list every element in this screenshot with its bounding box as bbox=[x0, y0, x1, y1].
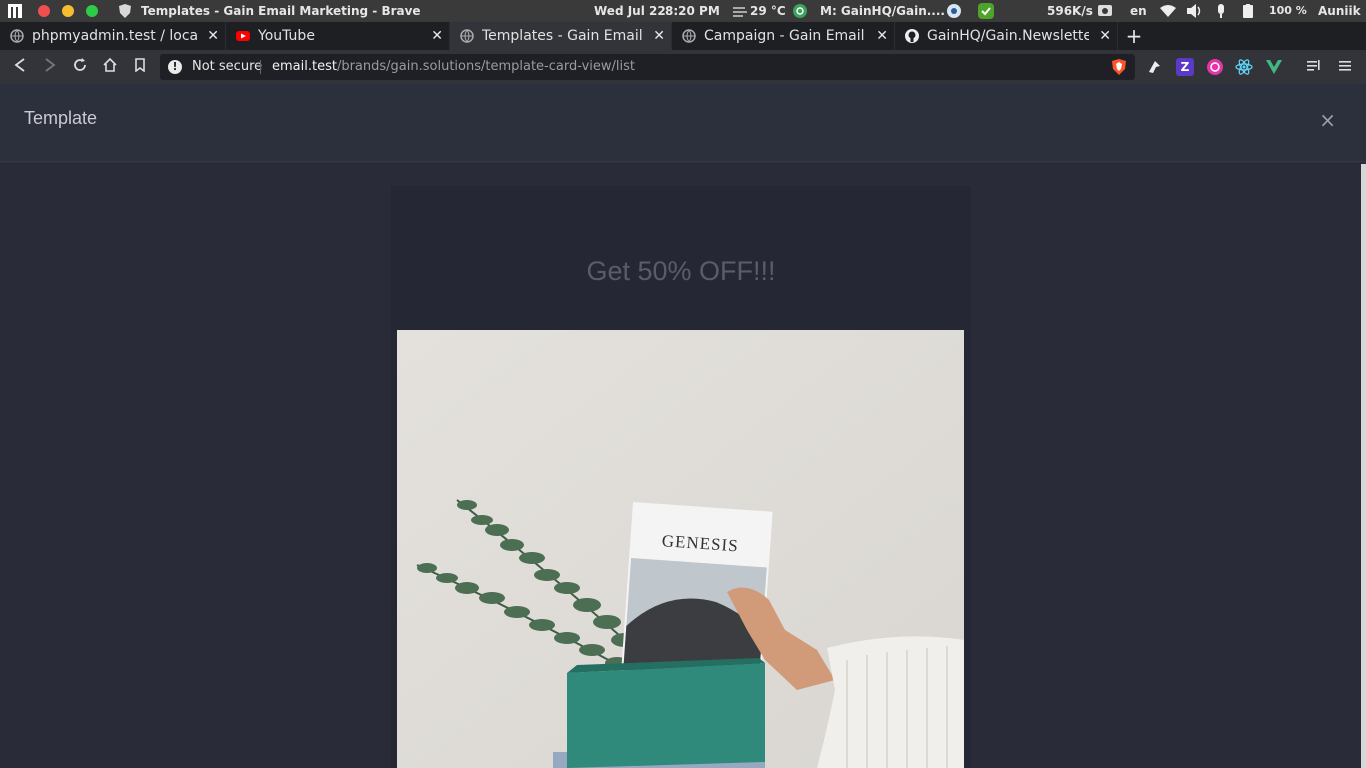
check-icon bbox=[978, 0, 994, 22]
forward-button[interactable] bbox=[40, 57, 60, 77]
tab-campaign[interactable]: Campaign - Gain Email Marketing ✕ bbox=[672, 22, 895, 50]
window-maximize-button[interactable] bbox=[86, 5, 98, 17]
tab-label: YouTube bbox=[258, 28, 315, 44]
close-icon[interactable]: ✕ bbox=[876, 22, 888, 50]
os-time[interactable]: 8:20 PM bbox=[665, 0, 720, 22]
tab-label: Campaign - Gain Email Marketing bbox=[704, 28, 866, 44]
address-bar[interactable]: ! Not secure email.test/brands/gain.solu… bbox=[160, 54, 1135, 80]
battery-icon[interactable] bbox=[1243, 0, 1253, 22]
youtube-icon bbox=[236, 31, 250, 41]
modal-close-button[interactable]: × bbox=[1319, 108, 1336, 132]
security-indicator[interactable]: Not secure bbox=[192, 54, 262, 80]
tab-github[interactable]: GainHQ/Gain.Newsletter ✕ bbox=[895, 22, 1118, 50]
bookmark-icon bbox=[135, 58, 145, 73]
home-icon bbox=[103, 57, 117, 72]
back-icon bbox=[14, 58, 25, 72]
react-devtools-icon[interactable] bbox=[1235, 58, 1253, 76]
reload-icon bbox=[74, 58, 86, 71]
tab-strip: phpmyadmin.test / localhost ✕ YouTube ✕ … bbox=[0, 22, 1366, 50]
screenshot-icon[interactable] bbox=[1098, 0, 1112, 22]
menu-icon[interactable] bbox=[1336, 58, 1354, 76]
template-modal: Template × Get 50% OFF!!! GENESIS bbox=[0, 84, 1366, 768]
os-top-bar: Templates - Gain Email Marketing - Brave… bbox=[0, 0, 1366, 22]
graphql-icon[interactable] bbox=[1206, 58, 1224, 76]
browser-toolbar: ! Not secure email.test/brands/gain.solu… bbox=[0, 50, 1366, 84]
media-control-icon[interactable] bbox=[1305, 58, 1323, 76]
battery-level: 100 % bbox=[1269, 4, 1307, 17]
modal-title: Template bbox=[24, 108, 98, 128]
new-tab-button[interactable]: + bbox=[1124, 22, 1144, 50]
tab-phpmyadmin[interactable]: phpmyadmin.test / localhost ✕ bbox=[0, 22, 226, 50]
tab-label: phpmyadmin.test / localhost bbox=[32, 28, 197, 44]
home-button[interactable] bbox=[100, 57, 120, 77]
close-icon[interactable]: ✕ bbox=[1099, 22, 1111, 50]
template-preview: Get 50% OFF!!! GENESIS bbox=[391, 186, 971, 768]
globe-icon bbox=[682, 29, 696, 43]
window-title: Templates - Gain Email Marketing - Brave bbox=[141, 4, 421, 18]
brave-icon bbox=[118, 0, 132, 22]
url-path: /brands/gain.solutions/template-card-vie… bbox=[336, 59, 635, 74]
temperature: 29 °C bbox=[750, 4, 786, 18]
modal-scrollbar[interactable] bbox=[1361, 164, 1366, 768]
tab-label: GainHQ/Gain.Newsletter bbox=[927, 28, 1089, 44]
bookmark-button[interactable] bbox=[130, 57, 150, 77]
language[interactable]: en bbox=[1130, 0, 1147, 22]
github-icon bbox=[905, 29, 919, 43]
wifi-icon[interactable] bbox=[1160, 0, 1176, 22]
close-icon[interactable]: ✕ bbox=[431, 22, 443, 50]
template-image: GENESIS bbox=[397, 330, 964, 768]
window-close-button[interactable] bbox=[38, 5, 50, 17]
microphone-icon[interactable] bbox=[1216, 0, 1226, 22]
window-minimize-button[interactable] bbox=[62, 5, 74, 17]
globe-icon bbox=[460, 29, 474, 43]
brave-shields-icon[interactable] bbox=[1111, 59, 1127, 75]
vue-devtools-icon[interactable] bbox=[1265, 58, 1283, 76]
address-separator bbox=[260, 60, 261, 74]
tab-youtube[interactable]: YouTube ✕ bbox=[226, 22, 450, 50]
forward-icon bbox=[45, 58, 56, 72]
info-icon[interactable]: ! bbox=[168, 60, 182, 74]
mail-notification[interactable]: M: GainHQ/Gain.... bbox=[820, 0, 945, 22]
close-icon[interactable]: ✕ bbox=[653, 22, 665, 50]
sync-icon bbox=[792, 0, 808, 22]
back-button[interactable] bbox=[10, 57, 30, 77]
tab-templates[interactable]: Templates - Gain Email Marketing ✕ bbox=[450, 22, 672, 50]
close-icon[interactable]: ✕ bbox=[207, 22, 219, 50]
user-name[interactable]: Auniik bbox=[1318, 0, 1361, 22]
url-text[interactable]: email.test/brands/gain.solutions/templat… bbox=[272, 54, 635, 80]
globe-icon bbox=[10, 29, 24, 43]
app-menu-icon[interactable] bbox=[8, 0, 22, 22]
modal-header: Template × bbox=[0, 84, 1366, 162]
weather-icon bbox=[733, 0, 747, 22]
reload-button[interactable] bbox=[70, 57, 90, 77]
volume-icon[interactable] bbox=[1187, 0, 1203, 22]
url-host: email.test bbox=[272, 59, 337, 74]
scrollbar-thumb[interactable] bbox=[1361, 164, 1366, 768]
extension-icon[interactable] bbox=[1146, 58, 1164, 76]
os-date[interactable]: Wed Jul 22 bbox=[594, 0, 666, 22]
tab-label: Templates - Gain Email Marketing bbox=[482, 28, 643, 44]
network-speed: 596K/s bbox=[1047, 4, 1093, 18]
zotero-icon[interactable]: Z bbox=[1176, 58, 1194, 76]
steam-icon bbox=[946, 0, 962, 22]
template-heading: Get 50% OFF!!! bbox=[586, 256, 776, 286]
